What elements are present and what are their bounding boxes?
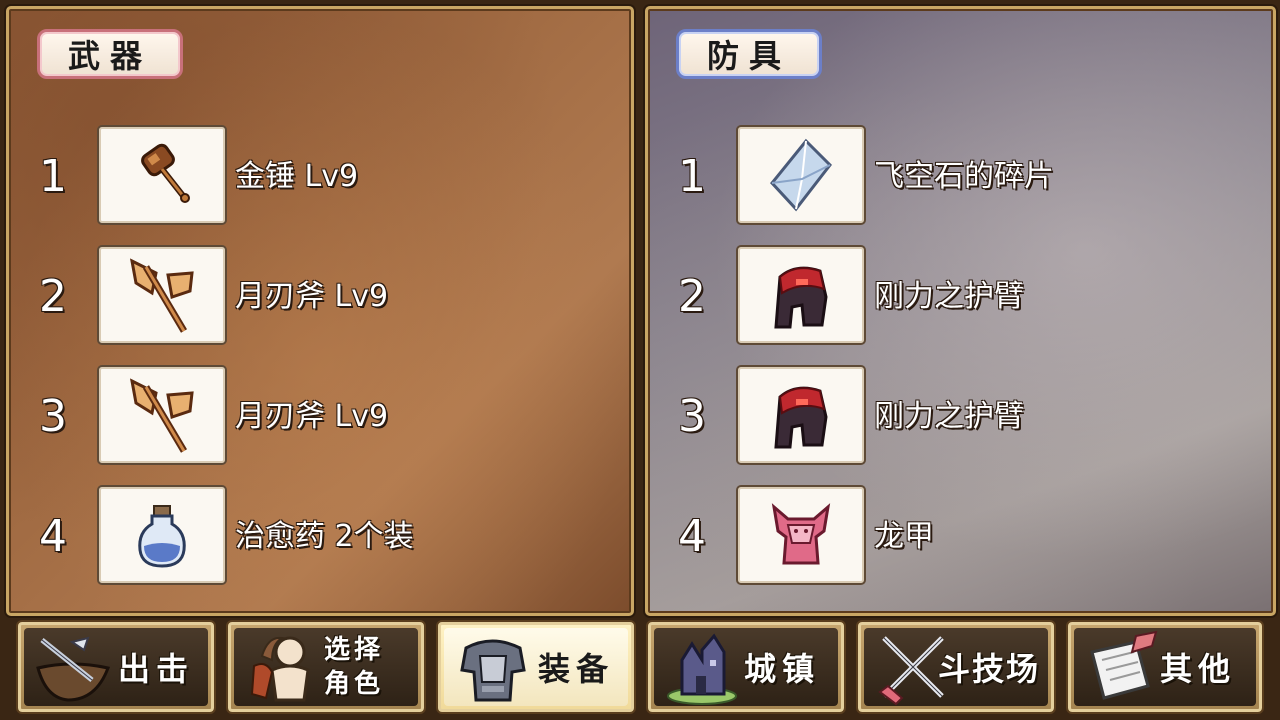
nav-town-label: 城镇 — [744, 650, 821, 688]
armor-icon — [460, 639, 526, 702]
item-icon-frame[interactable] — [736, 245, 866, 345]
crystal-icon — [770, 138, 832, 212]
slot-number: 3 — [678, 391, 706, 442]
slot-number: 1 — [678, 151, 706, 202]
armor-slot-1[interactable]: 1 飞空石的碎片 — [648, 125, 1273, 225]
item-icon-frame[interactable] — [97, 125, 227, 225]
nav-sortie-button[interactable]: 出击 — [16, 620, 216, 714]
weapons-title: 武器 — [37, 29, 183, 79]
item-name: 月刃斧 Lv9 — [235, 279, 389, 314]
item-icon-frame[interactable] — [97, 485, 227, 585]
character-icon — [250, 636, 310, 702]
armor-slot-4[interactable]: 4 龙甲 — [648, 485, 1273, 585]
hammer-icon — [141, 143, 190, 203]
item-name: 金锤 Lv9 — [235, 159, 359, 194]
nav-select-line2: 角色 — [324, 669, 385, 699]
nav-select-line1: 选择 — [324, 635, 385, 665]
item-name: 龙甲 — [874, 519, 934, 554]
armor-slot-3[interactable]: 3 刚力之护臂 — [648, 365, 1273, 465]
boat-icon — [36, 636, 111, 702]
scroll-icon — [1090, 630, 1158, 700]
weapon-slot-3[interactable]: 3 月刃斧 Lv9 — [9, 365, 631, 465]
item-icon-frame[interactable] — [736, 485, 866, 585]
weapon-slot-2[interactable]: 2 月刃斧 Lv9 — [9, 245, 631, 345]
potion-icon — [138, 505, 186, 568]
dragon-armor-icon — [771, 503, 831, 565]
slot-number: 4 — [39, 511, 67, 562]
item-icon-frame[interactable] — [97, 365, 227, 465]
item-name: 刚力之护臂 — [874, 279, 1024, 314]
castle-icon — [667, 633, 737, 705]
gauntlet-icon — [774, 386, 828, 449]
nav-equip-label: 装备 — [538, 650, 615, 688]
nav-select-character-button[interactable]: 选择 角色 — [226, 620, 426, 714]
item-name: 飞空石的碎片 — [874, 159, 1054, 194]
axe-icon — [129, 258, 194, 333]
armor-panel: 防具 1 飞空石的碎片 2 刚力之护臂 3 刚力之护臂 4 龙甲 — [645, 6, 1276, 616]
weapon-slot-1[interactable]: 1 金锤 Lv9 — [9, 125, 631, 225]
nav-town-button[interactable]: 城镇 — [646, 620, 846, 714]
item-icon-frame[interactable] — [736, 365, 866, 465]
slot-number: 1 — [39, 151, 67, 202]
weapon-slot-4[interactable]: 4 治愈药 2个装 — [9, 485, 631, 585]
armor-title: 防具 — [676, 29, 822, 79]
slot-number: 2 — [678, 271, 706, 322]
nav-sortie-label: 出击 — [118, 650, 195, 688]
nav-other-label: 其他 — [1160, 650, 1237, 688]
item-name: 刚力之护臂 — [874, 399, 1024, 434]
item-name: 月刃斧 Lv9 — [235, 399, 389, 434]
weapons-panel: 武器 1 金锤 Lv9 2 月刃斧 Lv9 3 月刃斧 Lv9 4 治愈药 2个… — [6, 6, 634, 616]
armor-slot-2[interactable]: 2 刚力之护臂 — [648, 245, 1273, 345]
item-icon-frame[interactable] — [97, 245, 227, 345]
nav-arena-button[interactable]: 斗技场 — [856, 620, 1056, 714]
nav-select-character-label: 选择 角色 — [324, 622, 384, 712]
slot-number: 4 — [678, 511, 706, 562]
item-icon-frame[interactable] — [736, 125, 866, 225]
slot-number: 3 — [39, 391, 67, 442]
nav-arena-label: 斗技场 — [938, 650, 1041, 688]
gauntlet-icon — [774, 266, 828, 329]
slot-number: 2 — [39, 271, 67, 322]
item-name: 治愈药 2个装 — [235, 519, 414, 554]
nav-other-button[interactable]: 其他 — [1066, 620, 1264, 714]
axe-icon — [129, 378, 194, 453]
nav-equip-button[interactable]: 装备 — [436, 620, 636, 714]
